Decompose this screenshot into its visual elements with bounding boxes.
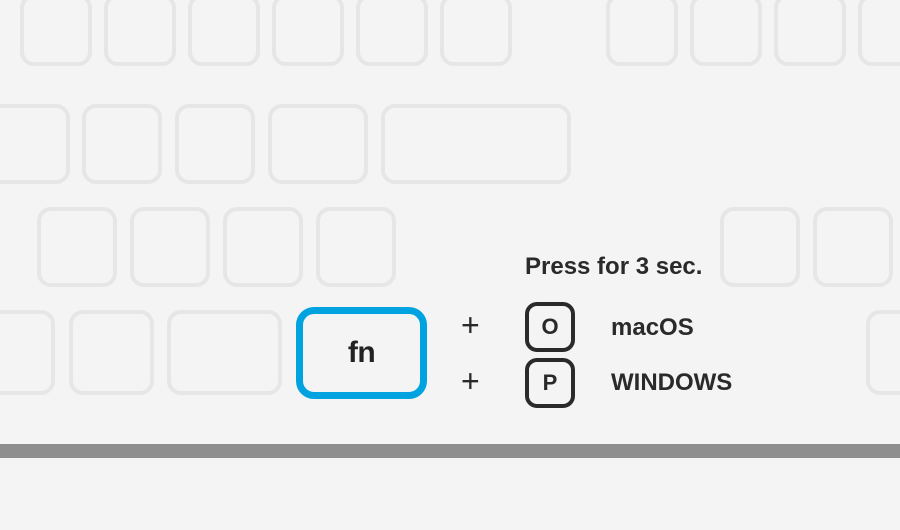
plus-icon: + xyxy=(461,309,480,341)
bg-key xyxy=(866,310,900,395)
bg-key xyxy=(82,104,162,184)
bg-key xyxy=(774,0,846,66)
bg-key xyxy=(69,310,154,395)
bg-key xyxy=(381,104,571,184)
bg-key xyxy=(606,0,678,66)
key-o: O xyxy=(525,302,575,352)
key-o-label: O xyxy=(541,314,558,340)
bg-key xyxy=(130,207,210,287)
bg-key xyxy=(104,0,176,66)
bg-key xyxy=(20,0,92,66)
bg-key xyxy=(690,0,762,66)
bg-key xyxy=(858,0,900,66)
bg-key xyxy=(175,104,255,184)
bg-key xyxy=(272,0,344,66)
bg-key xyxy=(316,207,396,287)
bg-key xyxy=(440,0,512,66)
bg-key xyxy=(223,207,303,287)
divider-bar xyxy=(0,444,900,458)
instruction-text: Press for 3 sec. xyxy=(525,253,702,281)
bg-key xyxy=(37,207,117,287)
key-p-label: P xyxy=(543,370,558,396)
plus-icon: + xyxy=(461,365,480,397)
key-p: P xyxy=(525,358,575,408)
bg-key xyxy=(720,207,800,287)
bg-key xyxy=(268,104,368,184)
bg-key xyxy=(167,310,282,395)
bg-key xyxy=(188,0,260,66)
bg-key xyxy=(0,310,55,395)
bg-key xyxy=(813,207,893,287)
os-label-macos: macOS xyxy=(611,314,694,342)
fn-key: fn xyxy=(296,307,427,399)
os-label-windows: WINDOWS xyxy=(611,369,732,397)
bg-key xyxy=(0,104,70,184)
fn-key-label: fn xyxy=(348,336,375,370)
bg-key xyxy=(356,0,428,66)
